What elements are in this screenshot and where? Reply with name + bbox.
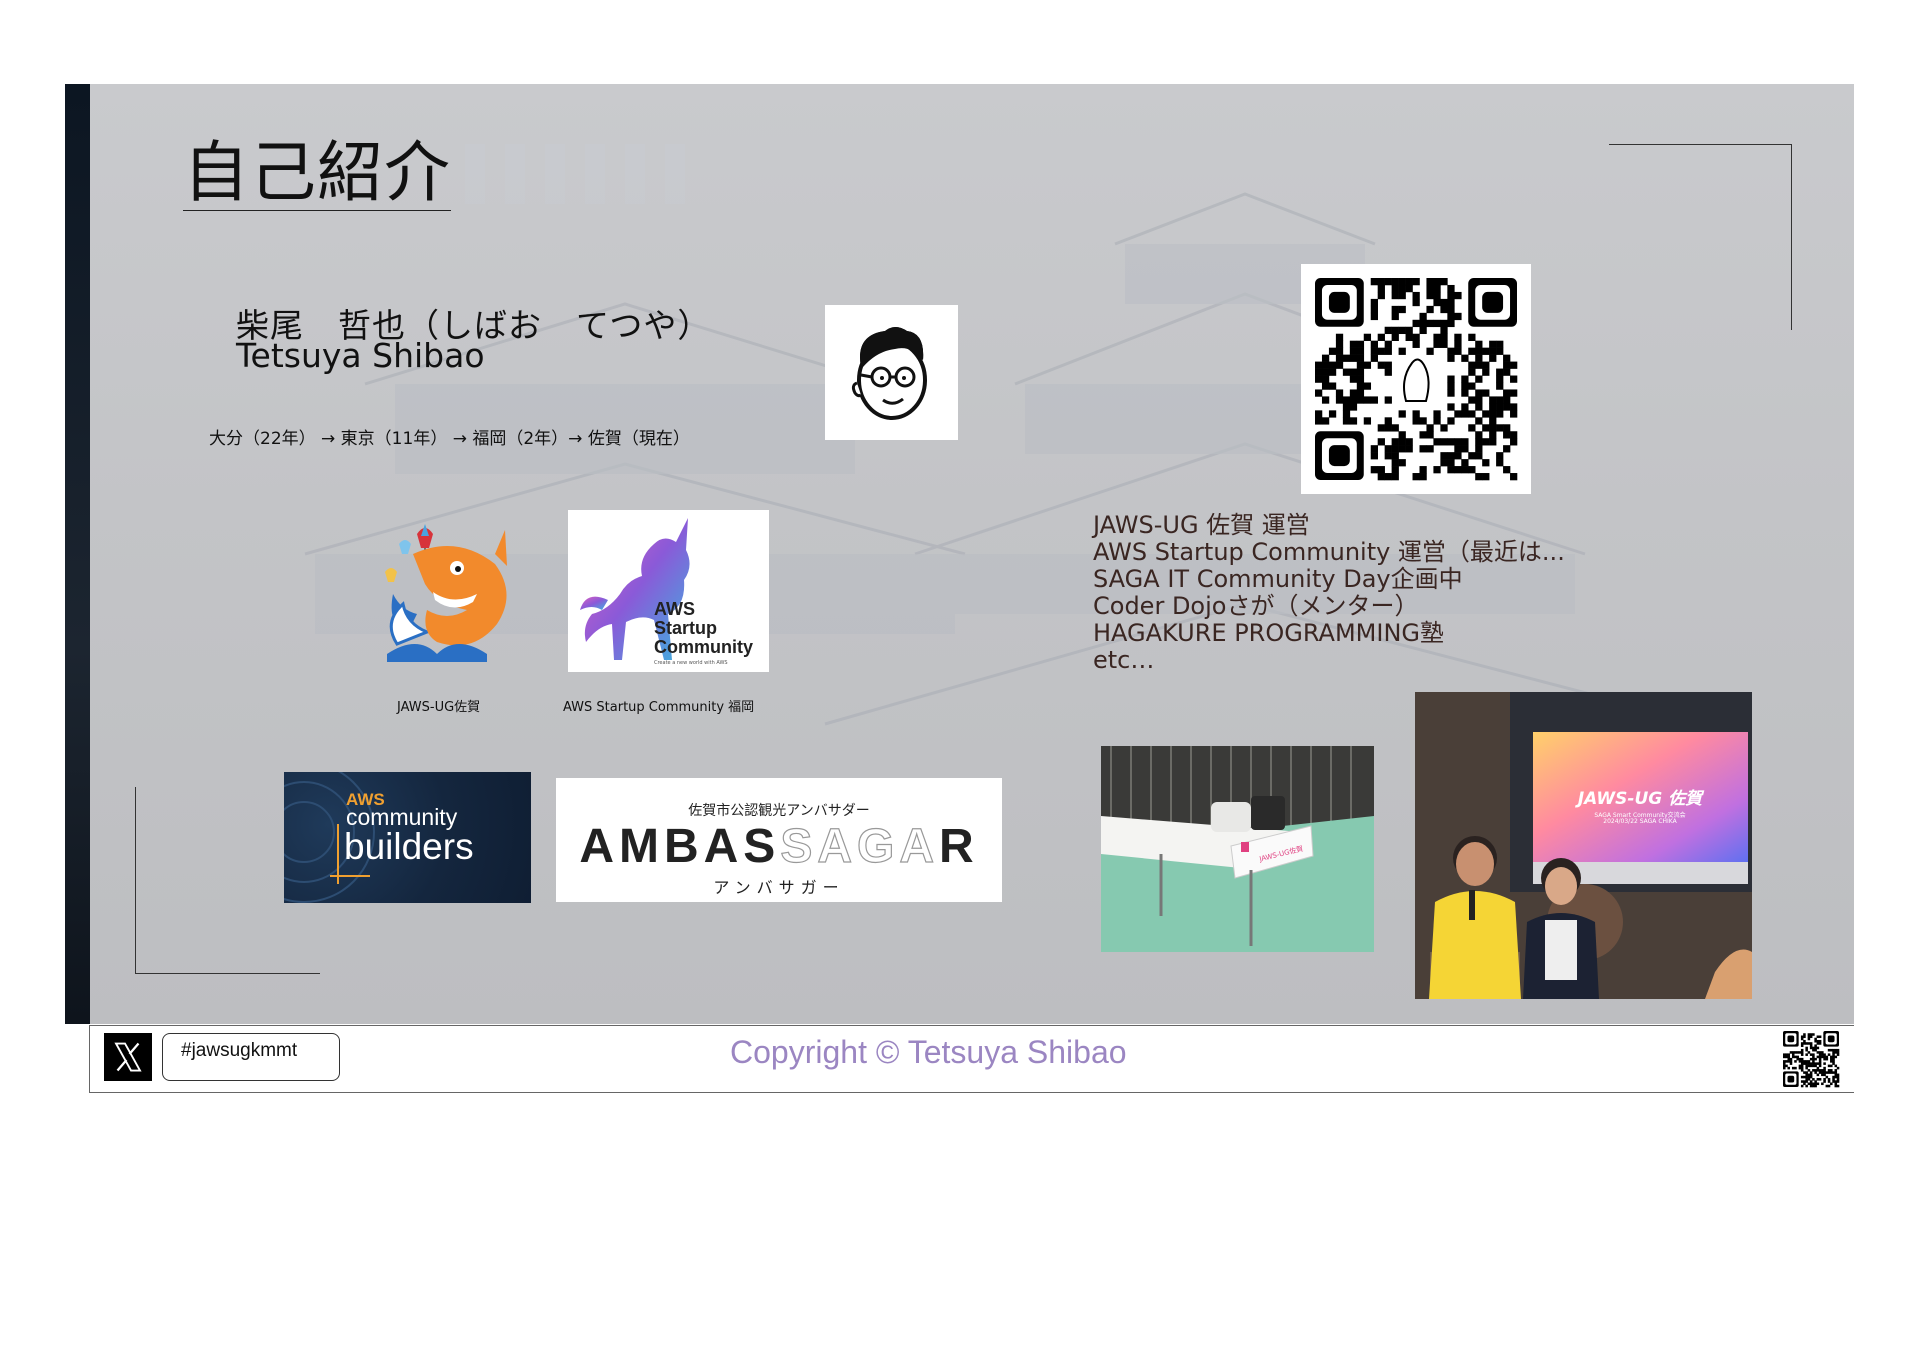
ambassagar-main-a: AMBAS: [579, 820, 781, 873]
activity-item: HAGAKURE PROGRAMMING塾: [1093, 619, 1444, 647]
name-english: Tetsuya Shibao: [236, 336, 485, 375]
hashtag-badge[interactable]: #jawsugkmmt: [162, 1033, 340, 1081]
unicorn-logo-text: Community: [654, 637, 753, 657]
activity-item: SAGA IT Community Day企画中: [1093, 565, 1463, 593]
residence-history: 大分（22年） → 東京（11年） → 福岡（2年）→ 佐賀（現在）: [209, 429, 690, 449]
unicorn-logo-text: AWS: [654, 599, 696, 619]
aws-community-builders-logo: AWS community builders: [284, 772, 531, 903]
caption-aws-startup-community: AWS Startup Community 福岡: [563, 700, 755, 715]
page-title: 自己紹介: [183, 134, 451, 211]
jaws-ug-saga-mascot-logo: [377, 514, 522, 664]
activities-list: JAWS-UG 佐賀 運営 AWS Startup Community 運営（最…: [1093, 512, 1565, 674]
unicorn-logo-text: Startup: [654, 618, 717, 638]
footer: #jawsugkmmt Copyright © Tetsuya Shibao: [89, 1025, 1854, 1093]
x-logo-icon[interactable]: [104, 1033, 152, 1081]
screen-date: 2024/03/22 SAGA CHIKA: [1603, 818, 1677, 825]
activity-item: etc…: [1093, 646, 1155, 674]
aws-startup-community-logo: AWS Startup Community Create a new world…: [568, 510, 769, 672]
activity-item: AWS Startup Community 運営（最近は...: [1093, 538, 1565, 566]
caption-jaws-ug-saga: JAWS-UG佐賀: [397, 700, 481, 715]
activity-item: JAWS-UG 佐賀 運営: [1093, 511, 1310, 539]
builders-builders-text: builders: [344, 826, 474, 867]
event-table-photo: JAWS-UG佐賀: [1101, 746, 1374, 952]
copyright-text: Copyright © Tetsuya Shibao: [730, 1034, 1127, 1070]
slide: 自己紹介 柴尾 哲也（しばお てつや） Tetsuya Shibao 大分（22…: [65, 84, 1854, 1024]
qr-code-icon: [1301, 264, 1531, 494]
qr-code-icon: [1782, 1030, 1840, 1088]
corner-decoration-top-right: [1609, 144, 1792, 330]
avatar-icon: [825, 305, 958, 440]
ambassagar-logo: 佐賀市公認観光アンバサダー AMBASSAGAR アンバサガー: [556, 778, 1002, 902]
screen-title: JAWS-UG 佐賀: [1577, 789, 1703, 809]
unicorn-logo-tagline: Create a new world with AWS: [654, 660, 728, 666]
event-presentation-photo: JAWS-UG 佐賀 SAGA Smart Community交流会 2024/…: [1415, 692, 1752, 999]
ambassagar-subtitle: 佐賀市公認観光アンバサダー: [688, 803, 870, 819]
activity-item: Coder Dojoさが（メンター）: [1093, 592, 1419, 620]
ambassagar-main-b: SAGA: [780, 820, 939, 873]
ambassagar-kana: アンバサガー: [713, 878, 845, 897]
ambassagar-main-c: R: [939, 820, 979, 873]
